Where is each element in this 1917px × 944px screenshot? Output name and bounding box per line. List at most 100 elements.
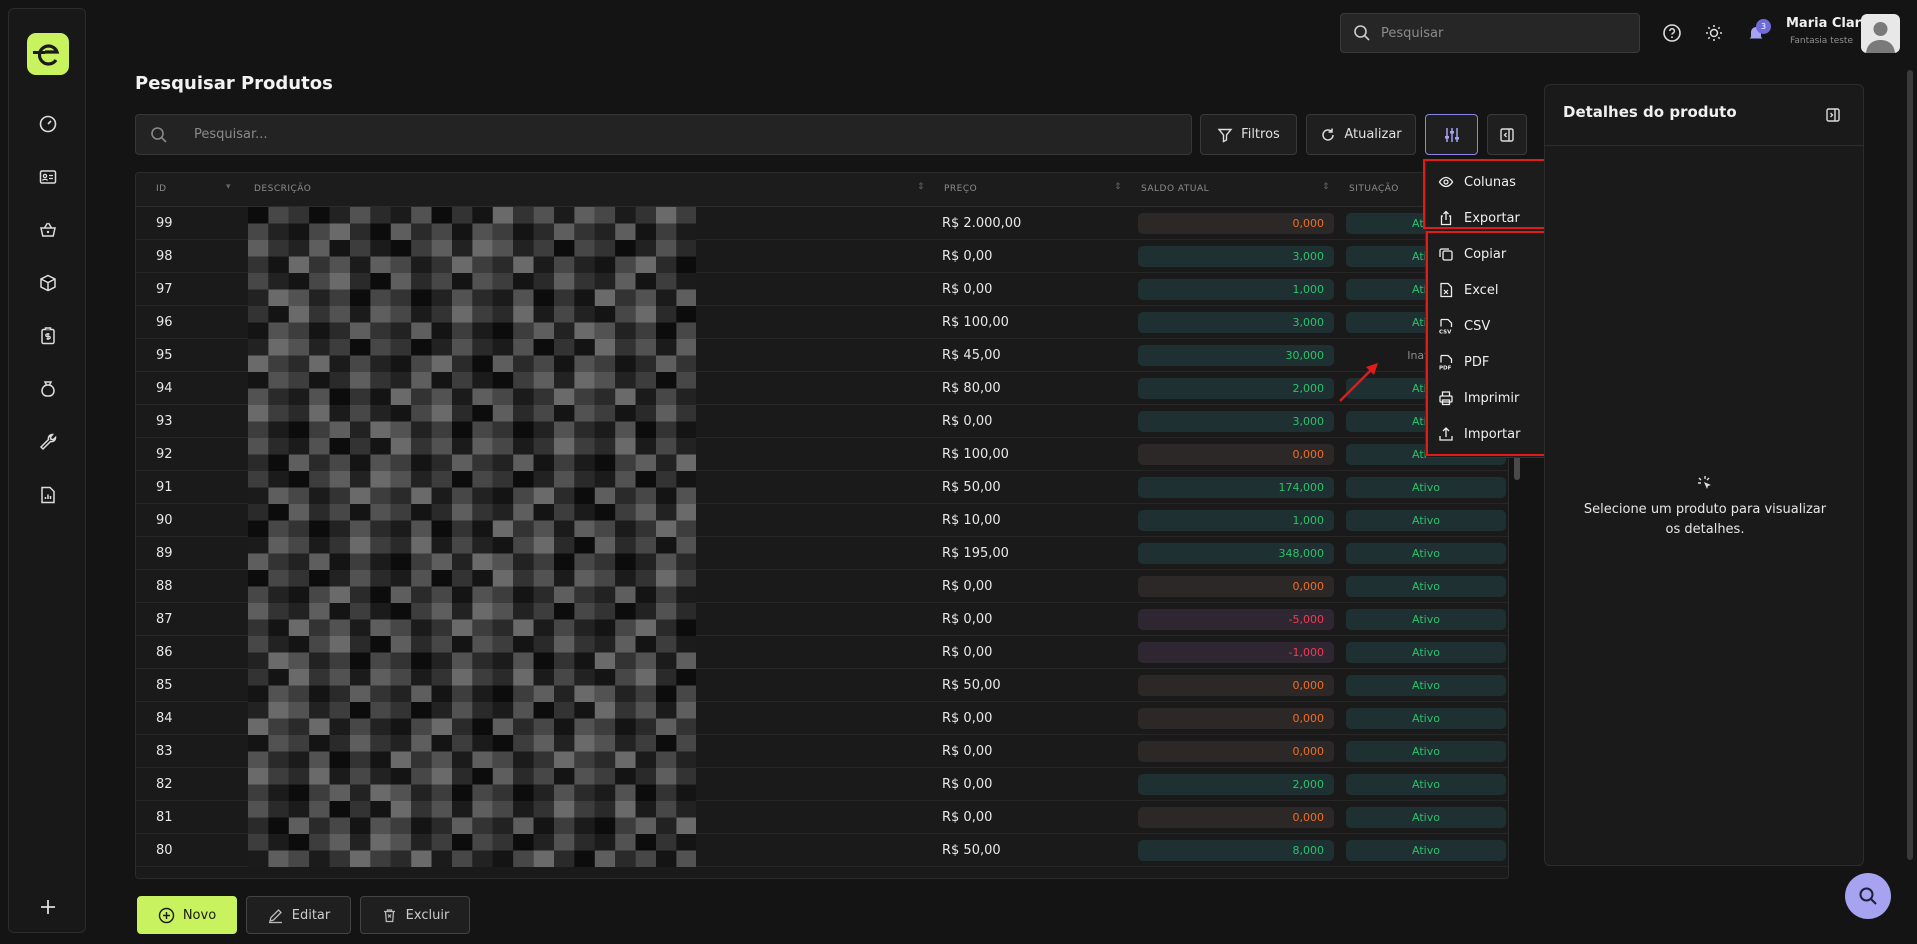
status-badge: Ativo xyxy=(1346,840,1506,861)
refresh-icon xyxy=(1322,128,1335,141)
shopping-basket-icon[interactable] xyxy=(35,217,61,243)
cell-preco: R$ 2.000,00 xyxy=(942,216,1022,231)
click-pointer-icon xyxy=(1698,476,1711,489)
cell-descricao-redacted xyxy=(248,735,696,768)
search-icon xyxy=(1354,25,1370,41)
table-row[interactable]: 93R$ 0,003,000Ativo xyxy=(136,405,1508,438)
delete-button[interactable]: Excluir xyxy=(360,896,470,934)
table-row[interactable]: 88 R$ 0,00 0,000 Ativo xyxy=(136,570,1508,603)
table-row[interactable]: 96R$ 100,003,000Ativo xyxy=(136,306,1508,339)
table-scrollbar[interactable] xyxy=(1514,455,1520,480)
status-badge: Ativo xyxy=(1346,576,1506,597)
svg-text:CSV: CSV xyxy=(1439,330,1452,335)
table-row[interactable]: 87 R$ 0,00 -5,000 Ativo xyxy=(136,603,1508,636)
global-search[interactable] xyxy=(1340,13,1640,53)
table-row[interactable]: 91 R$ 50,00 174,000 Ativo xyxy=(136,471,1508,504)
edit-button-label: Editar xyxy=(291,907,331,923)
column-header-descricao[interactable]: DESCRIÇÃO xyxy=(254,184,311,194)
new-button[interactable]: Novo xyxy=(137,896,237,934)
status-badge: Ativo xyxy=(1346,807,1506,828)
page-scrollbar[interactable] xyxy=(1907,70,1913,860)
table-row[interactable]: 82 R$ 0,00 2,000 Ativo xyxy=(136,768,1508,801)
package-box-icon[interactable] xyxy=(35,270,61,296)
product-search-input[interactable] xyxy=(194,127,1094,142)
cell-saldo: -5,000 xyxy=(1138,609,1334,630)
refresh-button[interactable]: Atualizar xyxy=(1306,114,1416,155)
status-badge: Ativo xyxy=(1346,543,1506,564)
cell-descricao-redacted xyxy=(248,702,696,735)
table-row[interactable]: 97R$ 0,001,000Ativo xyxy=(136,273,1508,306)
cell-id: 94 xyxy=(156,381,173,396)
status-badge: Ativo xyxy=(1346,708,1506,729)
user-name: Maria Clara xyxy=(1786,16,1870,31)
column-header-id[interactable]: ID xyxy=(156,184,167,194)
filters-button[interactable]: Filtros xyxy=(1200,114,1297,155)
table-row[interactable]: 98R$ 0,003,000Ativo xyxy=(136,240,1508,273)
sort-icon[interactable]: ⇕ xyxy=(1322,182,1330,192)
product-search[interactable] xyxy=(135,114,1192,155)
cell-saldo: 3,000 xyxy=(1138,246,1334,267)
table-row[interactable]: 95R$ 45,0030,000Inativo xyxy=(136,339,1508,372)
toggle-details-panel-button[interactable] xyxy=(1487,114,1527,155)
sort-icon[interactable]: ⇕ xyxy=(1114,182,1122,192)
cell-preco: R$ 80,00 xyxy=(942,381,1001,396)
table-row[interactable]: 81 R$ 0,00 0,000 Ativo xyxy=(136,801,1508,834)
table-row[interactable]: 89 R$ 195,00 348,000 Ativo xyxy=(136,537,1508,570)
table-row[interactable]: 85 R$ 50,00 0,000 Ativo xyxy=(136,669,1508,702)
status-badge: Ativo xyxy=(1346,510,1506,531)
table-row[interactable]: 86 R$ 0,00 -1,000 Ativo xyxy=(136,636,1508,669)
cell-preco: R$ 100,00 xyxy=(942,447,1009,462)
cell-id: 93 xyxy=(156,414,173,429)
wrench-tools-icon[interactable] xyxy=(35,429,61,455)
money-bag-icon[interactable] xyxy=(35,376,61,402)
column-header-saldo[interactable]: SALDO ATUAL xyxy=(1141,184,1209,194)
cell-preco: R$ 50,00 xyxy=(942,678,1001,693)
sliders-icon xyxy=(1444,127,1459,142)
cell-descricao-redacted xyxy=(248,669,696,702)
edit-button[interactable]: Editar xyxy=(246,896,351,934)
cell-preco: R$ 0,00 xyxy=(942,810,993,825)
column-header-situacao[interactable]: SITUAÇÃO xyxy=(1349,184,1399,194)
menu-item-label: Exportar xyxy=(1464,210,1520,226)
cell-id: 92 xyxy=(156,447,173,462)
status-badge: Ativo xyxy=(1346,642,1506,663)
cell-descricao-redacted xyxy=(248,339,696,372)
column-header-preco[interactable]: PREÇO xyxy=(944,184,977,194)
cell-saldo: 0,000 xyxy=(1138,675,1334,696)
menu-item-label: Imprimir xyxy=(1464,390,1520,406)
excel-file-icon xyxy=(1440,282,1453,298)
table-row[interactable]: 99R$ 2.000,000,000Ativo xyxy=(136,207,1508,240)
notifications-bell-icon[interactable]: 3 xyxy=(1745,19,1771,44)
dashboard-gauge-icon[interactable] xyxy=(35,111,61,137)
table-settings-button[interactable] xyxy=(1425,114,1478,155)
theme-sun-icon[interactable] xyxy=(1703,22,1725,44)
page-title: Pesquisar Produtos xyxy=(135,73,333,94)
table-row[interactable]: 83 R$ 0,00 0,000 Ativo xyxy=(136,735,1508,768)
table-row[interactable]: 84 R$ 0,00 0,000 Ativo xyxy=(136,702,1508,735)
global-search-input[interactable] xyxy=(1381,25,1621,41)
contacts-card-icon[interactable] xyxy=(35,164,61,190)
cell-saldo: 174,000 xyxy=(1138,477,1334,498)
search-fab-button[interactable] xyxy=(1845,873,1891,919)
table-row[interactable]: 90 R$ 10,00 1,000 Ativo xyxy=(136,504,1508,537)
sort-icon[interactable]: ⇕ xyxy=(917,182,925,192)
cell-preco: R$ 195,00 xyxy=(942,546,1009,561)
table-row[interactable]: 94R$ 80,002,000Ativo xyxy=(136,372,1508,405)
cell-descricao-redacted xyxy=(248,273,696,306)
collapse-panel-icon[interactable] xyxy=(1825,107,1841,123)
cell-id: 84 xyxy=(156,711,173,726)
reports-chart-icon[interactable] xyxy=(35,482,61,508)
plus-icon[interactable] xyxy=(35,894,61,920)
menu-item-label: CSV xyxy=(1464,318,1491,334)
avatar[interactable] xyxy=(1861,14,1900,53)
help-icon[interactable] xyxy=(1661,22,1683,44)
sort-desc-icon[interactable]: ▾ xyxy=(226,182,231,192)
cell-id: 98 xyxy=(156,249,173,264)
table-row[interactable]: 92R$ 100,000,000Ativo xyxy=(136,438,1508,471)
cell-descricao-redacted xyxy=(248,372,696,405)
table-row[interactable]: 80 R$ 50,00 8,000 Ativo xyxy=(136,834,1508,867)
finance-clipboard-icon[interactable] xyxy=(35,323,61,349)
cell-saldo: 0,000 xyxy=(1138,576,1334,597)
cell-id: 88 xyxy=(156,579,173,594)
app-logo[interactable] xyxy=(27,33,69,75)
